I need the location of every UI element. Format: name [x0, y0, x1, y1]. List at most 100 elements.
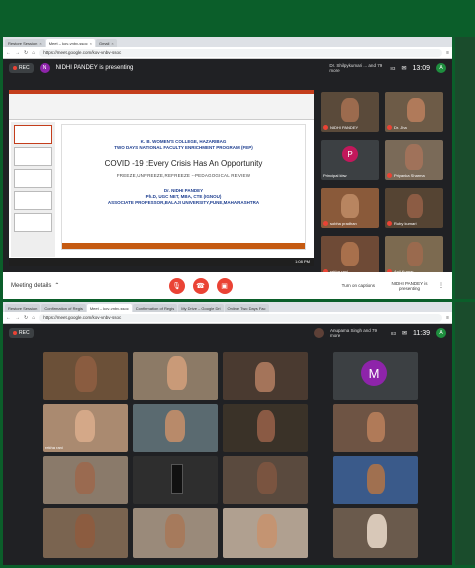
participant-video [405, 144, 423, 170]
menu-icon[interactable]: ≡ [446, 50, 449, 56]
chevron-up-icon[interactable]: ⌃ [54, 282, 59, 289]
participant-tile[interactable] [133, 456, 218, 504]
captions-button[interactable]: Turn on captions [342, 283, 375, 288]
tab-label: Confirmation of Regis [44, 305, 83, 311]
taskbar-time: 1:08 PM [295, 259, 310, 264]
participant-video [367, 514, 387, 548]
browser-tab[interactable]: Confirmation of Regis [132, 304, 178, 312]
participant-avatar [313, 328, 324, 338]
tab-label: Online Two Days Fac [227, 305, 266, 311]
participant-tile[interactable] [43, 456, 128, 504]
slide-thumb[interactable] [14, 191, 52, 210]
browser-tab[interactable]: Confirmation of Regis [41, 304, 86, 312]
url-field[interactable]: https://meet.google.com/kov-vnbv-ssoc [39, 313, 443, 322]
participant-tile[interactable] [333, 404, 418, 452]
participants-count[interactable]: 83 [390, 66, 395, 71]
participant-tile[interactable] [133, 508, 218, 558]
camera-toggle-button[interactable]: ▣ [216, 277, 233, 294]
browser-tab[interactable]: Gmail × [95, 39, 117, 47]
participant-tile[interactable] [43, 508, 128, 558]
participant-tile[interactable] [223, 456, 308, 504]
participant-video [367, 464, 385, 494]
browser-tab[interactable]: Online Two Days Fac [224, 304, 269, 312]
slide-thumb[interactable] [14, 169, 52, 188]
chat-icon[interactable]: ✉ [401, 65, 406, 72]
participant-tile[interactable]: Ruby kumari [385, 188, 443, 228]
meeting-details-button[interactable]: Meeting details [11, 283, 51, 289]
participant-grid: NIDHI PANDEY Dr. Jha P Principal kbw Pri… [321, 92, 447, 299]
slide-thumbnails [11, 122, 55, 257]
recording-badge: REC [9, 63, 34, 73]
participant-video [75, 462, 95, 494]
phone-screen [171, 464, 183, 494]
browser-tab[interactable]: My Drive – Google Dri [178, 304, 224, 312]
home-icon[interactable]: ⌂ [32, 50, 35, 56]
participant-video [165, 514, 185, 548]
presenting-badge[interactable]: NIDHI PANDEY is presenting [387, 281, 432, 291]
participant-tile[interactable] [333, 508, 418, 558]
leave-call-button[interactable]: ☎ [192, 277, 209, 294]
participant-tile[interactable]: Dr. Jha [385, 92, 443, 132]
tab-label: Restore Session [8, 40, 38, 46]
speaker-degrees: Ph.D, UGC NET, MBA, CTE (IGNOU) [145, 194, 222, 199]
browser-tab[interactable]: Restore Session [5, 304, 41, 312]
phone-hangup-icon: ☎ [196, 282, 205, 290]
speaker-affiliation: ASSOCIATE PROFESSOR,BALAJI UNIVERSITY,PU… [107, 200, 260, 205]
tab-label: My Drive – Google Dri [181, 305, 221, 311]
participant-video [257, 514, 277, 548]
participant-tile[interactable] [223, 352, 308, 400]
participants-count[interactable]: 83 [391, 331, 396, 336]
windows-taskbar: 1:08 PM [9, 258, 314, 266]
browser-tab-active[interactable]: Meet – kov-vnbv-ssoc × [45, 39, 95, 47]
close-icon[interactable]: × [39, 41, 41, 46]
tab-label: Meet – kov-vnbv-ssoc [89, 305, 129, 311]
participant-tile[interactable]: sobha pradhan [321, 188, 379, 228]
close-icon[interactable]: × [90, 41, 92, 46]
participant-tile[interactable]: NIDHI PANDEY [321, 92, 379, 132]
back-icon[interactable]: ← [6, 315, 11, 321]
user-avatar[interactable]: A [436, 63, 446, 73]
participant-tile[interactable]: P Principal kbw [321, 140, 379, 180]
slide-thumb[interactable] [14, 125, 52, 144]
forward-icon[interactable]: → [15, 50, 20, 56]
participant-avatar: M [361, 360, 387, 386]
recording-badge: REC [9, 328, 34, 338]
reload-icon[interactable]: ↻ [24, 315, 28, 321]
forward-icon[interactable]: → [15, 315, 20, 321]
more-options-icon[interactable]: ⋮ [438, 282, 444, 289]
meet-window-top: Restore Session × Meet – kov-vnbv-ssoc × G… [3, 37, 452, 299]
tab-label: Gmail [98, 40, 110, 46]
meet-top-bar: REC Anupama Singh and 79 more 83 ✉ 11:39… [3, 324, 452, 342]
menu-icon[interactable]: ≡ [446, 315, 449, 321]
participant-tile[interactable]: Priyanka Sharma [385, 140, 443, 180]
chat-icon[interactable]: ✉ [402, 330, 407, 337]
participant-tile[interactable]: Anil Kumar [385, 236, 443, 276]
participant-video [367, 412, 385, 442]
participant-tile[interactable] [133, 352, 218, 400]
tab-label: Meet – kov-vnbv-ssoc [48, 40, 88, 46]
participant-tile[interactable] [43, 352, 128, 400]
back-icon[interactable]: ← [6, 50, 11, 56]
mic-off-icon [323, 125, 328, 130]
url-field[interactable]: https://meet.google.com/kov-vnbv-ssoc [39, 48, 443, 57]
participant-avatar: P [342, 146, 358, 162]
user-avatar[interactable]: A [436, 328, 446, 338]
slide-thumb[interactable] [14, 213, 52, 232]
slide-thumb[interactable] [14, 147, 52, 166]
mic-off-icon [387, 125, 392, 130]
participant-tile[interactable] [333, 456, 418, 504]
browser-tab[interactable]: Restore Session × [5, 39, 45, 47]
participant-tile[interactable]: M [333, 352, 418, 400]
participant-video [75, 410, 95, 442]
home-icon[interactable]: ⌂ [32, 315, 35, 321]
participant-tile[interactable]: rekha rani [321, 236, 379, 276]
mic-toggle-button[interactable]: 🎙 [168, 277, 185, 294]
reload-icon[interactable]: ↻ [24, 50, 28, 56]
participant-tile[interactable]: rekha rani [43, 404, 128, 452]
participant-tile[interactable] [223, 508, 308, 558]
tab-label: Confirmation of Regis [135, 305, 175, 311]
close-icon[interactable]: × [111, 41, 113, 46]
browser-tab-active[interactable]: Meet – kov-vnbv-ssoc [86, 304, 132, 312]
participant-tile[interactable] [133, 404, 218, 452]
participant-tile[interactable] [223, 404, 308, 452]
